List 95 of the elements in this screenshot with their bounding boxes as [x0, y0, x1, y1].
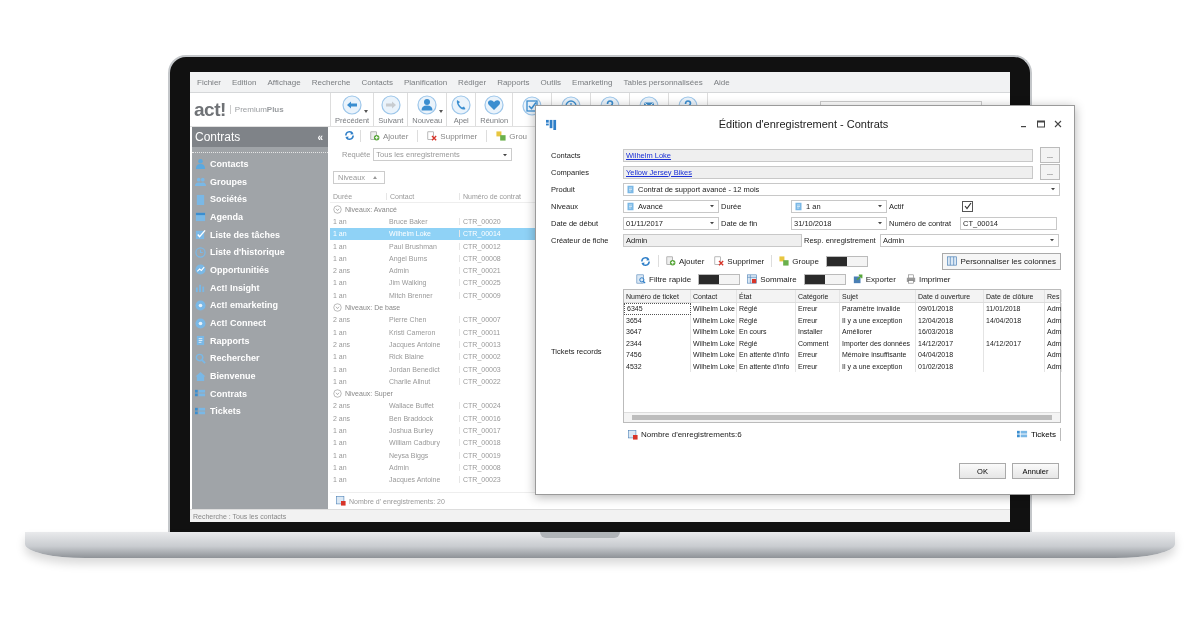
group-icon [779, 256, 790, 266]
menu-item[interactable]: Edition [232, 77, 257, 87]
calendar-icon [195, 211, 206, 223]
toolbar-button[interactable]: Imprimer [902, 274, 954, 284]
circle-icon [195, 299, 206, 311]
circle-icon [195, 317, 206, 329]
printer-icon [905, 274, 916, 284]
tickets-button[interactable]: Tickets [1012, 428, 1061, 441]
menu-item[interactable]: Rapports [497, 77, 530, 87]
menu-item[interactable]: Rédiger [458, 77, 487, 87]
app-logo-icon [546, 118, 557, 130]
delete-icon [714, 256, 725, 266]
document-icon [794, 201, 803, 211]
collapse-icon [333, 303, 342, 312]
menu-item[interactable]: Outils [540, 77, 562, 87]
toolbar-button[interactable]: Ajouter [663, 256, 708, 266]
document-icon [626, 201, 635, 211]
summary-icon [747, 274, 758, 284]
toolbar-button[interactable]: Grou [492, 131, 532, 141]
add-icon [370, 131, 380, 141]
columns-icon [947, 256, 958, 266]
toolbar-button[interactable]: Exporter [849, 274, 899, 284]
sidebar-item[interactable]: Rechercher [192, 349, 328, 368]
sidebar-item[interactable]: Groupes [192, 172, 328, 191]
person-icon [195, 158, 206, 170]
menu-item[interactable]: Emarketing [572, 77, 613, 87]
sidebar-item[interactable]: Tickets [192, 402, 328, 421]
sidebar-title: Contrats [195, 130, 241, 144]
menu-item[interactable]: Recherche [311, 77, 351, 87]
home-icon [195, 370, 206, 382]
sidebar-item[interactable]: Opportunitiés [192, 261, 328, 279]
document-icon [626, 184, 635, 194]
sidebar-item[interactable]: Contrats [192, 384, 328, 403]
table-icon [1016, 429, 1028, 440]
toggle-switch[interactable] [698, 273, 741, 285]
caret-icon [708, 202, 716, 210]
toolbar-button[interactable]: Supprimer [711, 256, 768, 266]
app-logo: act! [194, 98, 226, 121]
toolbar-button[interactable]: Filtre rapide [633, 274, 695, 284]
sidebar-item[interactable]: Rapports [192, 331, 328, 350]
toolbar-button[interactable]: Supprimer [423, 131, 482, 141]
sidebar-item[interactable]: Contacts [192, 155, 328, 173]
toolbar-button[interactable]: Sommaire [744, 274, 800, 284]
building-icon [195, 193, 206, 205]
add-icon [666, 256, 676, 266]
close-icon[interactable] [1054, 120, 1062, 128]
document-icon [195, 335, 206, 347]
delete-icon [427, 131, 438, 141]
toolbar-button[interactable]: Ajouter [366, 131, 413, 141]
collapse-icon [333, 389, 342, 399]
caret-icon [1048, 236, 1056, 244]
sidebar-item[interactable]: Act! Connect [192, 314, 328, 332]
people-icon [195, 176, 206, 188]
menu-item[interactable]: Aide [713, 77, 730, 87]
record-count: Nombre d'enregistrements:6 [641, 430, 742, 439]
menu-item[interactable]: Planification [403, 77, 448, 87]
export-icon [852, 274, 863, 284]
edition-label: PremiumPlus [229, 105, 284, 114]
menu-item[interactable]: Fichier [197, 77, 221, 87]
person-icon [417, 94, 438, 115]
toggle-switch[interactable] [825, 255, 868, 267]
line-chart-icon [195, 264, 206, 276]
clock-icon [195, 246, 206, 258]
search-icon [195, 352, 206, 364]
checklist-icon [195, 229, 206, 241]
customize-columns-button[interactable]: Personnaliser les colonnes [942, 252, 1061, 270]
records-icon [628, 429, 638, 440]
caret-icon [1049, 185, 1057, 193]
collapse-button[interactable]: « [317, 131, 323, 143]
toggle-switch[interactable] [803, 273, 846, 285]
refresh-icon [640, 255, 651, 267]
table-icon [195, 405, 206, 417]
horizontal-scrollbar[interactable] [624, 412, 1060, 422]
menu-item[interactable]: Affichage [267, 77, 301, 87]
collapse-icon [333, 204, 342, 214]
toolbar-button[interactable]: Groupe [776, 256, 822, 266]
menu-item[interactable]: Tables personnalisées [623, 77, 703, 87]
sidebar-item[interactable]: Bienvenue [192, 367, 328, 385]
sidebar-item[interactable]: Liste des tâches [192, 225, 328, 244]
sidebar-item[interactable]: Act! Insight [192, 278, 328, 297]
refresh-icon [344, 130, 355, 141]
menu-item[interactable]: Contacts [361, 77, 393, 87]
phone-icon [451, 94, 472, 115]
group-icon [496, 131, 507, 141]
caret-icon [876, 202, 884, 210]
active-checkbox[interactable] [962, 200, 973, 212]
filter-icon [636, 274, 646, 284]
sidebar-item[interactable]: Liste d'historique [192, 243, 328, 262]
records-icon [336, 496, 346, 506]
maximize-icon[interactable] [1037, 120, 1045, 128]
sidebar-item[interactable]: Agenda [192, 208, 328, 226]
sidebar-item[interactable]: Act! emarketing [192, 296, 328, 315]
bar-chart-icon [195, 282, 206, 294]
window-title: Édition d'enregistrement - Contrats [717, 118, 889, 130]
sidebar-item[interactable]: Sociétés [192, 190, 328, 209]
